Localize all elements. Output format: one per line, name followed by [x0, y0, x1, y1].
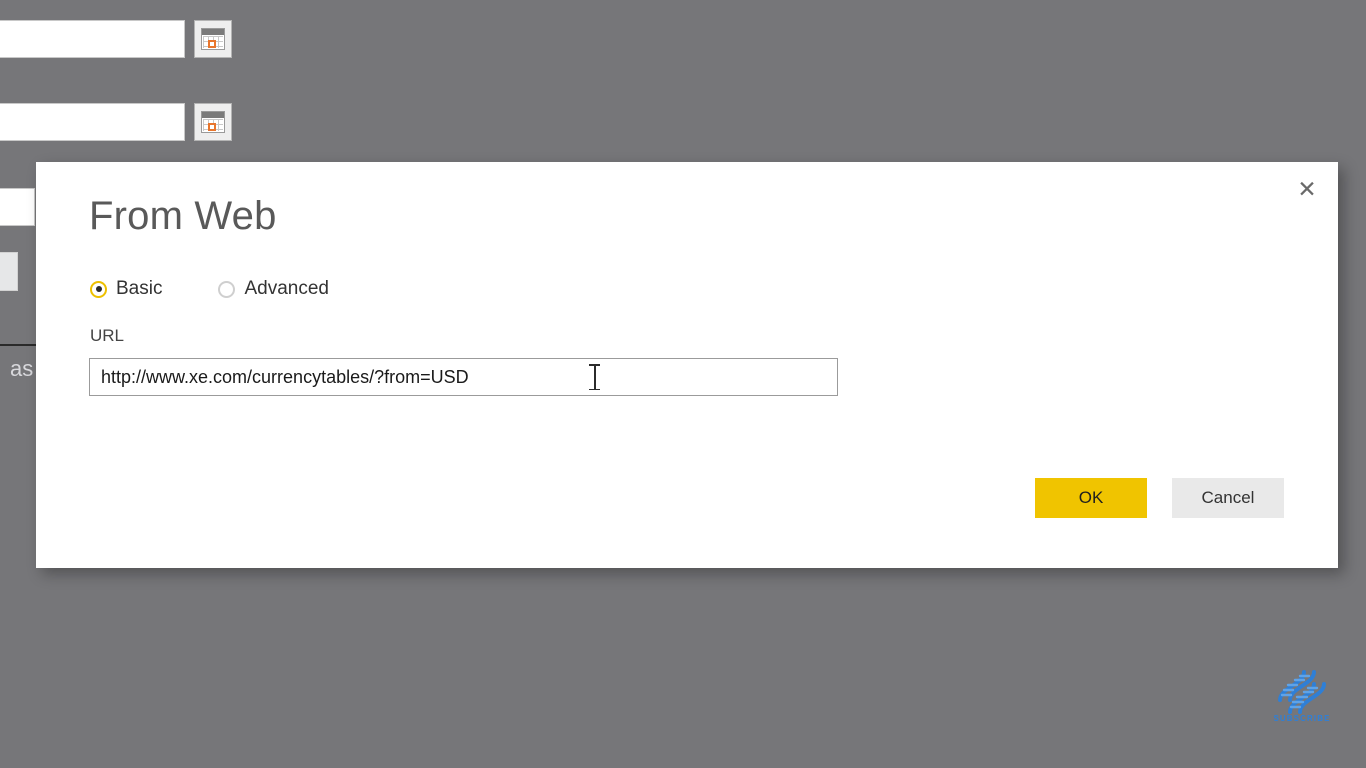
subscribe-label: SUBSCRIBE [1273, 714, 1331, 723]
date-input-field[interactable] [0, 103, 185, 141]
page-title: From Web [89, 194, 277, 238]
radio-option-basic[interactable]: Basic [90, 278, 162, 300]
date-picker-row [0, 20, 232, 58]
url-field-label: URL [90, 326, 125, 345]
date-picker-row [0, 103, 232, 141]
radio-advanced-indicator[interactable] [218, 280, 236, 298]
background-divider [0, 344, 36, 346]
connection-mode-radio-group: Basic Advanced [90, 278, 385, 300]
ok-button[interactable]: OK [1035, 478, 1147, 518]
background-button-fragment [0, 252, 18, 291]
date-input-field[interactable] [0, 20, 185, 58]
dna-helix-icon [1278, 670, 1326, 714]
subscribe-watermark: SUBSCRIBE [1262, 668, 1342, 730]
radio-advanced-label: Advanced [244, 278, 329, 299]
calendar-picker-button[interactable] [194, 103, 232, 141]
radio-option-advanced[interactable]: Advanced [218, 278, 329, 300]
radio-basic-indicator[interactable] [90, 280, 107, 298]
calendar-icon [201, 111, 225, 133]
cancel-button[interactable]: Cancel [1172, 478, 1284, 518]
from-web-dialog: ✕ From Web Basic Advanced URL OK Cancel [36, 162, 1338, 568]
close-icon[interactable]: ✕ [1286, 170, 1328, 208]
radio-basic-label: Basic [116, 278, 163, 299]
url-input[interactable] [89, 358, 838, 396]
calendar-today-marker [208, 123, 216, 131]
dialog-action-bar: OK Cancel [1035, 478, 1284, 518]
calendar-icon [201, 28, 225, 50]
background-panel-fragment [0, 188, 35, 226]
calendar-picker-button[interactable] [194, 20, 232, 58]
calendar-today-marker [208, 40, 216, 48]
background-text-fragment: as [10, 356, 34, 381]
